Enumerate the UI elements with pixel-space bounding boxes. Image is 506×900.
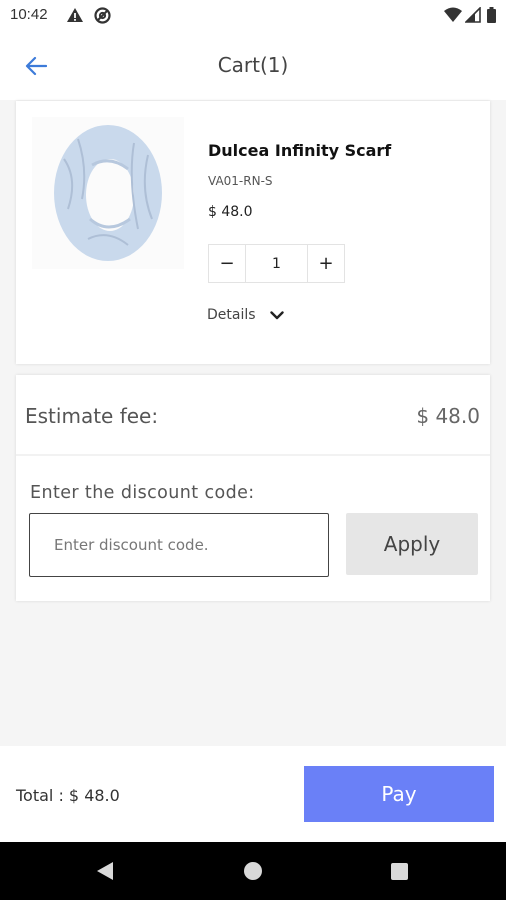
decrement-button[interactable]: − — [209, 245, 246, 282]
status-time: 10:42 — [10, 6, 48, 23]
product-sku: VA01-RN-S — [208, 174, 273, 188]
checkout-bar: Total : $ 48.0 Pay — [0, 746, 506, 842]
apply-button[interactable]: Apply — [346, 513, 478, 575]
increment-button[interactable]: + — [307, 245, 344, 282]
product-image[interactable] — [32, 117, 184, 269]
battery-icon — [487, 7, 496, 27]
alert-icon — [66, 7, 84, 27]
pay-button[interactable]: Pay — [304, 766, 494, 822]
product-name[interactable]: Dulcea Infinity Scarf — [208, 141, 391, 160]
estimate-fee-value: $ 48.0 — [416, 404, 480, 428]
product-price: $ 48.0 — [208, 204, 253, 220]
discount-code-input[interactable] — [29, 513, 329, 577]
recents-square-icon[interactable] — [391, 863, 408, 880]
cellular-icon — [464, 6, 481, 27]
order-summary-card: Estimate fee: $ 48.0 Enter the discount … — [16, 375, 490, 601]
system-nav-bar — [0, 842, 506, 900]
page-title: Cart(1) — [217, 53, 289, 77]
quantity-value: 1 — [272, 255, 281, 272]
at-sign-icon — [94, 7, 111, 28]
home-circle-icon[interactable] — [244, 862, 262, 880]
total-amount: Total : $ 48.0 — [16, 786, 120, 805]
chevron-down-icon — [269, 310, 284, 319]
app-bar: Cart(1) — [0, 32, 506, 100]
cart-item-card: Dulcea Infinity Scarf VA01-RN-S $ 48.0 −… — [16, 101, 490, 364]
details-toggle[interactable]: Details — [207, 307, 284, 323]
wifi-icon — [444, 7, 462, 26]
back-triangle-icon[interactable] — [96, 861, 114, 885]
discount-label: Enter the discount code: — [30, 483, 255, 503]
divider — [16, 454, 490, 456]
scarf-image — [54, 125, 162, 261]
quantity-stepper: − 1 + — [208, 244, 345, 283]
details-label: Details — [207, 307, 256, 323]
status-bar: 10:42 — [0, 0, 506, 32]
estimate-fee-label: Estimate fee: — [25, 404, 159, 428]
